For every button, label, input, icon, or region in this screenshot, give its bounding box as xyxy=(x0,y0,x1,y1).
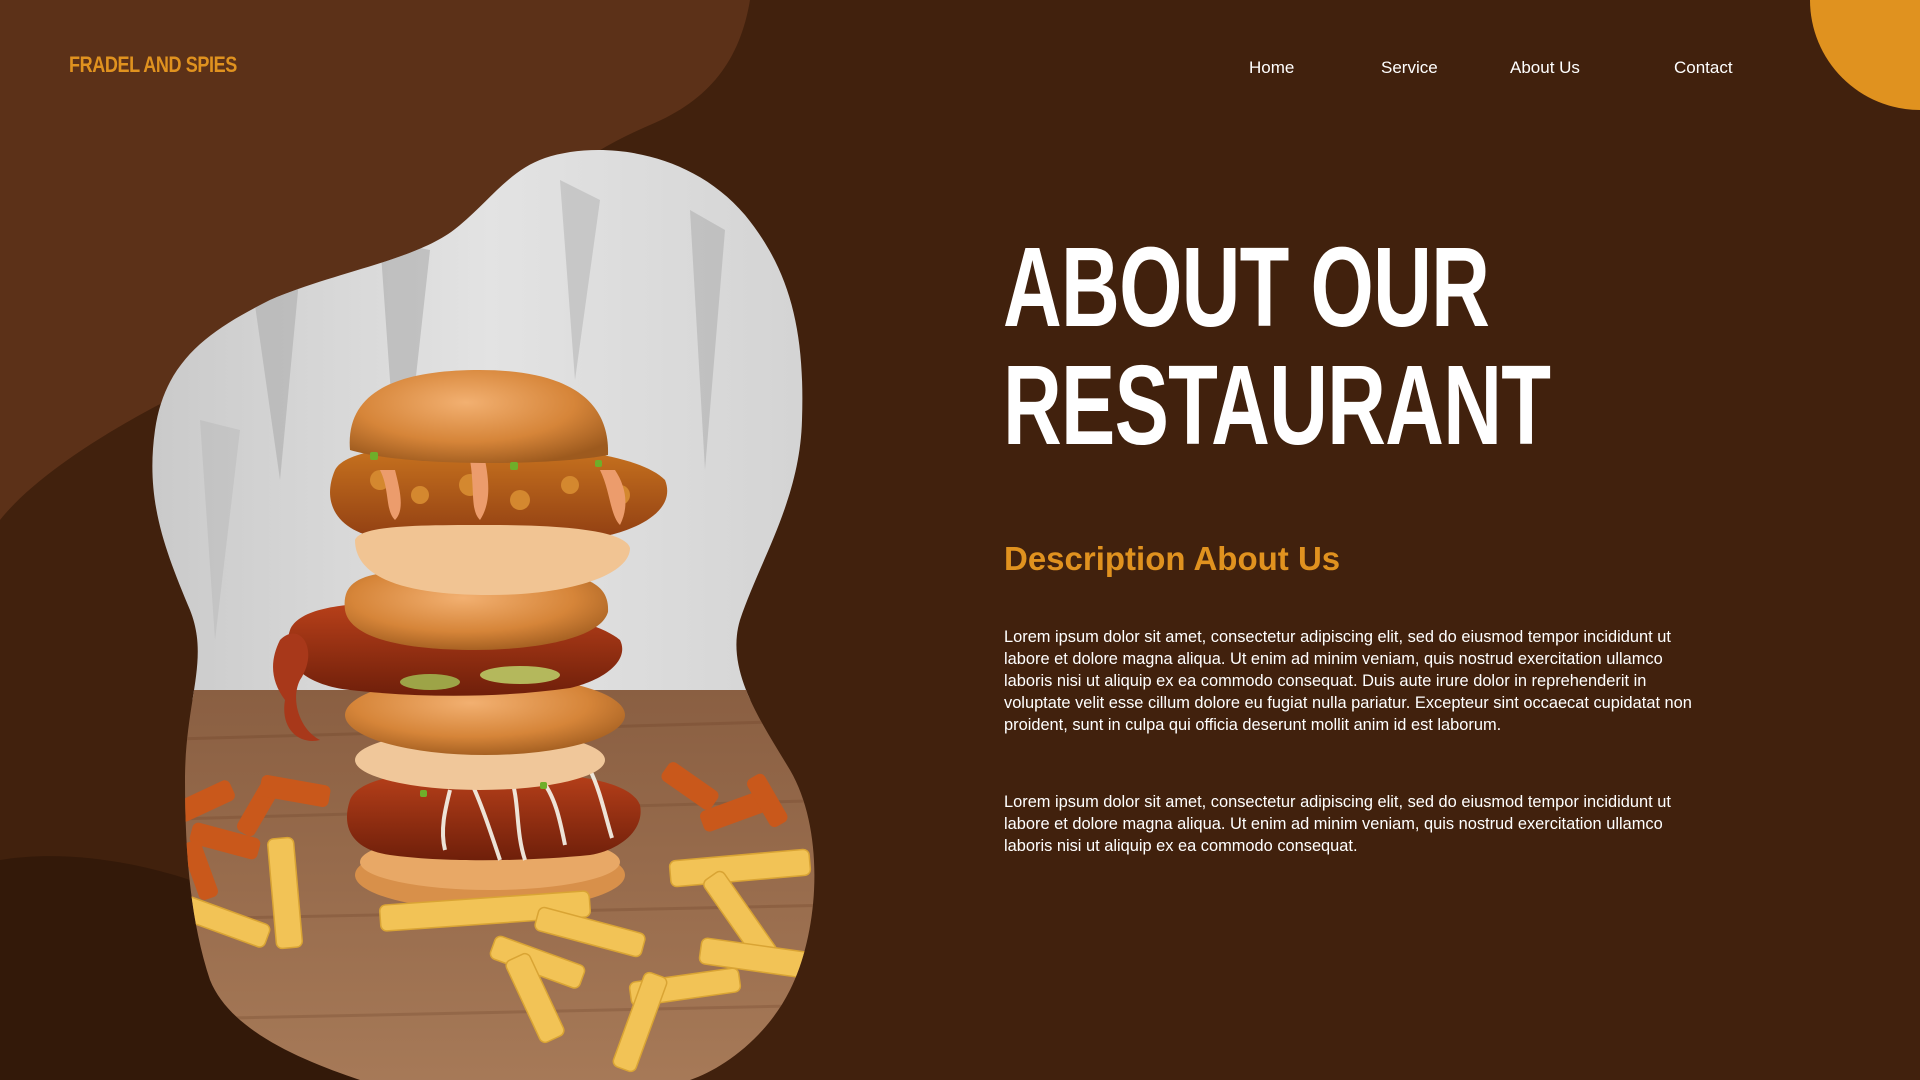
page-title-line-2: RESTAURANT xyxy=(1003,342,1551,468)
section-subheading: Description About Us xyxy=(1004,540,1341,577)
nav-about-link[interactable]: About Us xyxy=(1510,58,1580,78)
about-page: FRADEL AND SPIES Home Service About Us C… xyxy=(0,0,1920,1080)
description-paragraph-1: Lorem ipsum dolor sit amet, consectetur … xyxy=(1004,628,1692,734)
page-title: ABOUT OUR RESTAURANT xyxy=(1003,228,1803,464)
main-nav: Home Service About Us Contact xyxy=(0,58,1920,82)
nav-home-link[interactable]: Home xyxy=(1249,58,1294,78)
page-title-line-1: ABOUT OUR xyxy=(1003,224,1490,350)
nav-service-link[interactable]: Service xyxy=(1381,58,1438,78)
background-decoration xyxy=(0,0,1920,1080)
corner-circle xyxy=(1810,0,1920,110)
nav-contact-link[interactable]: Contact xyxy=(1674,58,1733,78)
description-paragraph-2: Lorem ipsum dolor sit amet, consectetur … xyxy=(1004,793,1671,855)
